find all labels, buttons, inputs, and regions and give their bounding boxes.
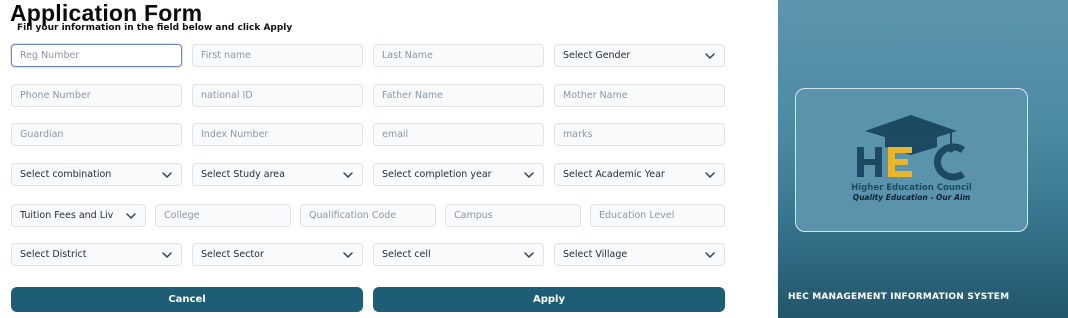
village-select[interactable]: Select Village xyxy=(554,243,725,266)
sector-select-label: Select Sector xyxy=(201,249,264,260)
system-name: HEC MANAGEMENT INFORMATION SYSTEM xyxy=(788,292,1010,302)
village-select-label: Select Village xyxy=(563,249,628,260)
chevron-down-icon xyxy=(705,171,715,178)
chevron-down-icon xyxy=(524,251,534,258)
phone-number-input[interactable] xyxy=(11,84,182,107)
council-motto: Quality Education - Our Aim xyxy=(852,193,971,202)
sector-select[interactable]: Select Sector xyxy=(192,243,363,266)
index-number-input[interactable] xyxy=(192,123,363,146)
chevron-down-icon xyxy=(126,212,136,219)
completion-year-select-label: Select completion year xyxy=(382,169,492,180)
cell-select[interactable]: Select cell xyxy=(373,243,544,266)
logo-card: Higher Education Council Quality Educati… xyxy=(795,88,1028,232)
last-name-input[interactable] xyxy=(373,44,544,67)
chevron-down-icon xyxy=(705,251,715,258)
combination-select[interactable]: Select combination xyxy=(11,163,182,186)
district-select[interactable]: Select District xyxy=(11,243,182,266)
cell-select-label: Select cell xyxy=(382,249,431,260)
study-area-select-label: Select Study area xyxy=(201,169,285,180)
email-input[interactable] xyxy=(373,123,544,146)
cancel-button[interactable]: Cancel xyxy=(11,287,363,312)
first-name-input[interactable] xyxy=(192,44,363,67)
chevron-down-icon xyxy=(343,251,353,258)
tuition-fees-select-label: Tuition Fees and Liv xyxy=(20,210,114,221)
tuition-fees-select[interactable]: Tuition Fees and Liv xyxy=(11,204,146,227)
father-name-input[interactable] xyxy=(373,84,544,107)
combination-select-label: Select combination xyxy=(20,169,112,180)
chevron-down-icon xyxy=(705,52,715,59)
apply-button[interactable]: Apply xyxy=(373,287,725,312)
completion-year-select[interactable]: Select completion year xyxy=(373,163,544,186)
chevron-down-icon xyxy=(524,171,534,178)
chevron-down-icon xyxy=(343,171,353,178)
form-instructions: Fill your information in the field below… xyxy=(17,23,293,33)
application-form: Application Form Fill your information i… xyxy=(0,0,778,318)
mother-name-input[interactable] xyxy=(554,84,725,107)
national-id-input[interactable] xyxy=(192,84,363,107)
chevron-down-icon xyxy=(162,171,172,178)
district-select-label: Select District xyxy=(20,249,87,260)
reg-number-input[interactable] xyxy=(11,44,182,67)
guardian-input[interactable] xyxy=(11,123,182,146)
gender-select[interactable]: Select Gender xyxy=(554,44,725,67)
branding-panel: Higher Education Council Quality Educati… xyxy=(778,0,1068,318)
academic-year-select[interactable]: Select Academic Year xyxy=(554,163,725,186)
study-area-select[interactable]: Select Study area xyxy=(192,163,363,186)
education-level-input[interactable] xyxy=(590,204,725,227)
council-name: Higher Education Council xyxy=(851,183,972,193)
marks-input[interactable] xyxy=(554,123,725,146)
gender-select-label: Select Gender xyxy=(563,50,631,61)
qualification-code-input[interactable] xyxy=(300,204,436,227)
chevron-down-icon xyxy=(162,251,172,258)
academic-year-select-label: Select Academic Year xyxy=(563,169,665,180)
college-input[interactable] xyxy=(155,204,291,227)
campus-input[interactable] xyxy=(445,204,581,227)
hec-logo xyxy=(857,115,966,181)
